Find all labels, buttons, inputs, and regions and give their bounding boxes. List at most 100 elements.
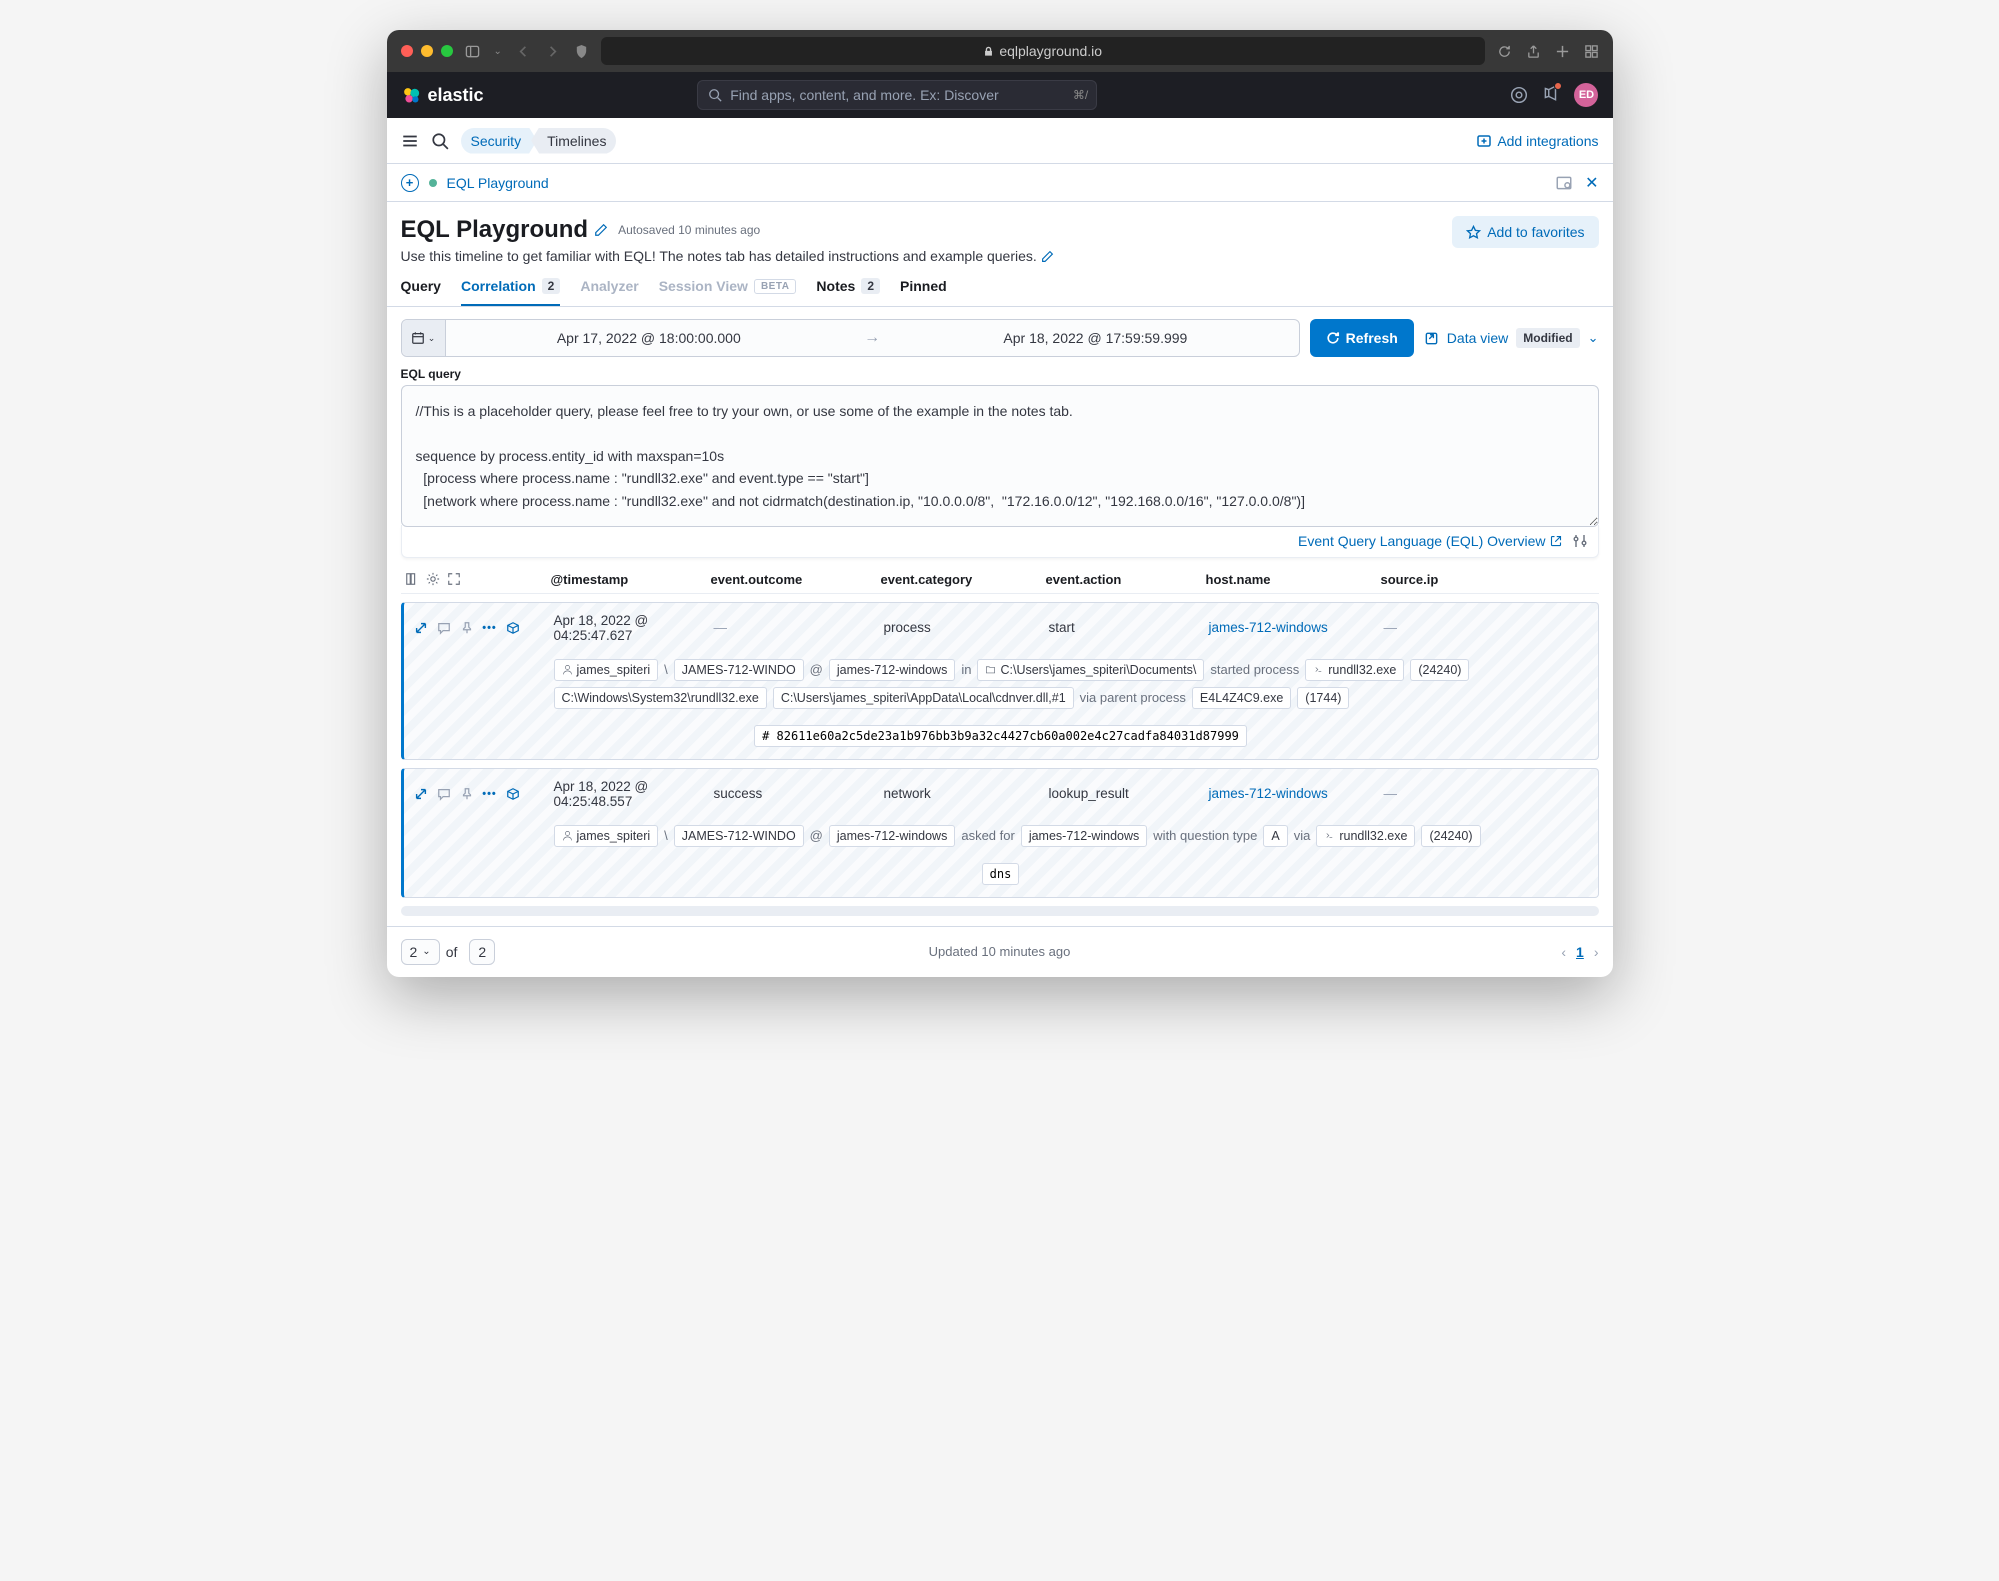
close-window[interactable] bbox=[401, 45, 413, 57]
beta-badge: BETA bbox=[754, 279, 796, 294]
elastic-logo[interactable]: elastic bbox=[401, 85, 484, 106]
sidebar-toggle-icon[interactable] bbox=[465, 44, 480, 59]
data-view-label[interactable]: Data view bbox=[1447, 330, 1508, 346]
timeline-name[interactable]: EQL Playground bbox=[447, 175, 549, 191]
edit-description-icon[interactable] bbox=[1041, 250, 1054, 263]
tab-pinned[interactable]: Pinned bbox=[900, 278, 947, 306]
folder-chip[interactable]: C:\Users\james_spiteri\Documents\ bbox=[977, 659, 1204, 681]
help-icon[interactable] bbox=[1510, 86, 1528, 104]
date-picker[interactable]: ⌄ Apr 17, 2022 @ 18:00:00.000 → Apr 18, … bbox=[401, 319, 1300, 357]
close-icon[interactable]: ✕ bbox=[1585, 173, 1598, 193]
host-short-chip[interactable]: JAMES-712-WINDO bbox=[674, 825, 804, 847]
expand-icon[interactable] bbox=[414, 621, 428, 635]
pin-icon[interactable] bbox=[460, 787, 474, 801]
comment-icon[interactable] bbox=[437, 787, 451, 801]
pid-chip[interactable]: (24240) bbox=[1410, 659, 1469, 681]
data-view-selector[interactable]: Data view Modified ⌄ bbox=[1424, 319, 1599, 357]
col-action[interactable]: event.action bbox=[1046, 572, 1206, 587]
current-page[interactable]: 1 bbox=[1576, 944, 1584, 960]
settings-icon[interactable] bbox=[1572, 533, 1588, 549]
page-title: EQL Playground Autosaved 10 minutes ago bbox=[401, 216, 1453, 244]
search-shortcut: ⌘/ bbox=[1073, 88, 1088, 102]
edit-title-icon[interactable] bbox=[594, 223, 608, 237]
date-to[interactable]: Apr 18, 2022 @ 17:59:59.999 bbox=[892, 330, 1299, 346]
chevron-down-icon: ⌄ bbox=[422, 946, 430, 957]
chevron-down-icon[interactable]: ⌄ bbox=[1588, 330, 1599, 346]
maximize-window[interactable] bbox=[441, 45, 453, 57]
hash-chip[interactable]: # 82611e60a2c5de23a1b976bb3b9a32c4427cb6… bbox=[754, 725, 1247, 747]
user-avatar[interactable]: ED bbox=[1574, 83, 1598, 107]
next-page-icon[interactable]: › bbox=[1594, 944, 1599, 960]
columns-icon[interactable] bbox=[405, 572, 419, 586]
horizontal-scrollbar[interactable] bbox=[401, 906, 1599, 916]
popout-icon[interactable] bbox=[1424, 331, 1439, 346]
more-icon[interactable]: ••• bbox=[483, 621, 497, 635]
col-timestamp[interactable]: @timestamp bbox=[551, 572, 711, 587]
host-full-chip[interactable]: james-712-windows bbox=[829, 659, 955, 681]
refresh-button[interactable]: Refresh bbox=[1310, 319, 1414, 357]
ppid-chip[interactable]: (1744) bbox=[1297, 687, 1349, 709]
parent-chip[interactable]: E4L4Z4C9.exe bbox=[1192, 687, 1291, 709]
plus-icon[interactable] bbox=[1555, 44, 1570, 59]
tab-correlation[interactable]: Correlation 2 bbox=[461, 278, 560, 306]
col-sourceip[interactable]: source.ip bbox=[1381, 572, 1481, 587]
qtype-chip[interactable]: A bbox=[1263, 825, 1287, 847]
page-size-select[interactable]: 2 ⌄ bbox=[401, 939, 440, 965]
user-chip[interactable]: james_spiteri bbox=[554, 659, 659, 681]
query-icon[interactable] bbox=[1555, 174, 1573, 192]
cell-host[interactable]: james-712-windows bbox=[1209, 786, 1384, 801]
col-outcome[interactable]: event.outcome bbox=[711, 572, 881, 587]
host-short-chip[interactable]: JAMES-712-WINDO bbox=[674, 659, 804, 681]
path-chip[interactable]: C:\Users\james_spiteri\AppData\Local\cdn… bbox=[773, 687, 1074, 709]
minimize-window[interactable] bbox=[421, 45, 433, 57]
box-icon[interactable] bbox=[506, 621, 520, 635]
date-quick-select[interactable]: ⌄ bbox=[402, 320, 446, 356]
fullscreen-icon[interactable] bbox=[447, 572, 461, 586]
add-favorite-button[interactable]: Add to favorites bbox=[1452, 216, 1598, 248]
tab-analyzer[interactable]: Analyzer bbox=[580, 278, 638, 306]
expand-icon[interactable] bbox=[414, 787, 428, 801]
eql-overview-link[interactable]: Event Query Language (EQL) Overview bbox=[1298, 533, 1561, 549]
breadcrumb-security[interactable]: Security bbox=[461, 128, 538, 154]
back-icon[interactable] bbox=[516, 44, 531, 59]
process-chip[interactable]: rundll32.exe bbox=[1316, 825, 1415, 847]
tab-query[interactable]: Query bbox=[401, 278, 441, 306]
gear-icon[interactable] bbox=[426, 572, 440, 586]
prev-page-icon[interactable]: ‹ bbox=[1561, 944, 1566, 960]
path-chip[interactable]: C:\Windows\System32\rundll32.exe bbox=[554, 687, 767, 709]
forward-icon[interactable] bbox=[545, 44, 560, 59]
shield-icon[interactable] bbox=[574, 44, 589, 59]
col-host[interactable]: host.name bbox=[1206, 572, 1381, 587]
share-icon[interactable] bbox=[1526, 44, 1541, 59]
search-icon[interactable] bbox=[431, 132, 449, 150]
pid-chip[interactable]: (24240) bbox=[1421, 825, 1480, 847]
tab-notes[interactable]: Notes 2 bbox=[816, 278, 880, 306]
search-placeholder: Find apps, content, and more. Ex: Discov… bbox=[730, 87, 998, 103]
process-chip[interactable]: rundll32.exe bbox=[1305, 659, 1404, 681]
global-search[interactable]: Find apps, content, and more. Ex: Discov… bbox=[697, 80, 1097, 110]
chevron-down-icon[interactable]: ⌄ bbox=[494, 46, 502, 57]
col-category[interactable]: event.category bbox=[881, 572, 1046, 587]
tab-session-view[interactable]: Session View BETA bbox=[659, 278, 797, 306]
date-from[interactable]: Apr 17, 2022 @ 18:00:00.000 bbox=[446, 330, 853, 346]
url-bar[interactable]: eqlplayground.io bbox=[601, 37, 1485, 65]
cell-timestamp: Apr 18, 2022 @ 04:25:48.557 bbox=[554, 779, 714, 809]
breadcrumb-timelines[interactable]: Timelines bbox=[531, 128, 616, 154]
nav-toggle-icon[interactable] bbox=[401, 132, 419, 150]
comment-icon[interactable] bbox=[437, 621, 451, 635]
search-icon bbox=[708, 88, 722, 102]
box-icon[interactable] bbox=[506, 787, 520, 801]
new-timeline-button[interactable]: + bbox=[401, 174, 419, 192]
pin-icon[interactable] bbox=[460, 621, 474, 635]
tabs-icon[interactable] bbox=[1584, 44, 1599, 59]
question-host-chip[interactable]: james-712-windows bbox=[1021, 825, 1147, 847]
dns-chip[interactable]: dns bbox=[982, 863, 1020, 885]
eql-input[interactable]: //This is a placeholder query, please fe… bbox=[401, 385, 1599, 527]
user-chip[interactable]: james_spiteri bbox=[554, 825, 659, 847]
reload-icon[interactable] bbox=[1497, 44, 1512, 59]
add-integrations-button[interactable]: Add integrations bbox=[1476, 133, 1598, 149]
newsfeed-icon[interactable] bbox=[1542, 84, 1560, 107]
more-icon[interactable]: ••• bbox=[483, 787, 497, 801]
host-full-chip[interactable]: james-712-windows bbox=[829, 825, 955, 847]
cell-host[interactable]: james-712-windows bbox=[1209, 620, 1384, 635]
